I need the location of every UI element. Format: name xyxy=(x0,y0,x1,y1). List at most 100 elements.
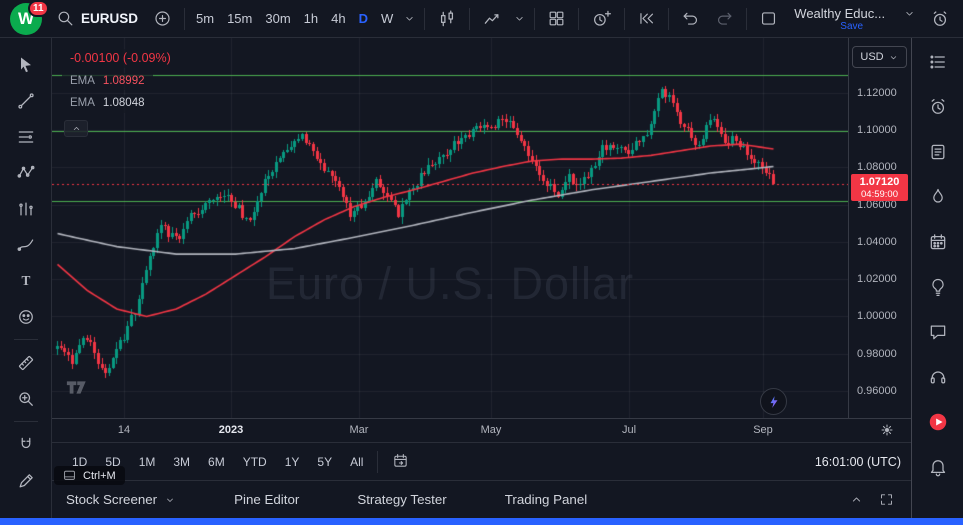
ruler-icon xyxy=(16,353,36,373)
magnet-icon xyxy=(16,435,36,455)
tool-forecast[interactable] xyxy=(8,195,44,222)
tool-measure[interactable] xyxy=(8,349,44,376)
tool-zoom[interactable] xyxy=(8,385,44,412)
tab-pine-editor[interactable]: Pine Editor xyxy=(226,486,307,513)
tab-label: Trading Panel xyxy=(505,492,588,507)
chart-area: Euro / U.S. Dollar -0.00100 (-0.09%) EMA… xyxy=(52,38,911,418)
toolbar-divider xyxy=(578,8,579,30)
ideas-button[interactable] xyxy=(920,273,956,300)
chat-button[interactable] xyxy=(920,318,956,345)
lightning-bolt-icon xyxy=(767,394,781,410)
quick-alert-button[interactable] xyxy=(923,5,957,33)
timeframe-15m[interactable]: 15m xyxy=(221,7,258,30)
alerts-button[interactable] xyxy=(920,93,956,120)
live-record-icon xyxy=(927,411,949,433)
tool-draw-edit[interactable] xyxy=(8,467,44,494)
price-axis-label: 0.98000 xyxy=(857,347,897,361)
tool-fib-lines[interactable] xyxy=(8,123,44,150)
tab-trading-panel[interactable]: Trading Panel xyxy=(497,486,596,513)
panel-collapse-button[interactable] xyxy=(841,486,871,514)
tool-xabcd-pattern[interactable] xyxy=(8,159,44,186)
grid-layout-icon xyxy=(547,9,566,28)
news-button[interactable] xyxy=(920,138,956,165)
tab-stock-screener[interactable]: Stock Screener xyxy=(58,486,184,513)
notifications-button[interactable] xyxy=(920,453,956,480)
indicator-legend-row[interactable]: EMA 1.08048 xyxy=(62,95,153,113)
timeframe-1d[interactable]: D xyxy=(353,7,374,30)
symbol-search-button[interactable]: EURUSD xyxy=(49,5,145,32)
legend-collapse-button[interactable] xyxy=(64,120,88,137)
watchlist-button[interactable] xyxy=(920,48,956,75)
range-1y[interactable]: 1Y xyxy=(277,451,308,473)
range-ytd[interactable]: YTD xyxy=(235,451,275,473)
chevron-down-icon xyxy=(403,12,416,25)
range-all[interactable]: All xyxy=(342,451,371,473)
templates-button[interactable] xyxy=(540,5,573,32)
toolbar-divider xyxy=(469,8,470,30)
alert-plus-icon xyxy=(591,9,612,29)
quick-action-button[interactable] xyxy=(760,388,787,415)
layout-select-button[interactable] xyxy=(752,5,785,32)
redo-button[interactable] xyxy=(708,5,741,32)
alert-button[interactable] xyxy=(584,5,619,33)
layout-title[interactable]: Wealthy Educ... xyxy=(794,6,885,21)
symbol-change-text[interactable]: -0.00100 (-0.09%) xyxy=(62,49,179,68)
live-streams-button[interactable] xyxy=(920,408,956,435)
streams-button[interactable] xyxy=(920,363,956,390)
indicators-dropdown-button[interactable] xyxy=(510,8,529,29)
range-6m[interactable]: 6M xyxy=(200,451,233,473)
bottom-accent-bar xyxy=(0,518,963,525)
save-layout-button[interactable]: Save xyxy=(840,21,863,32)
chevron-down-icon[interactable] xyxy=(903,7,916,20)
timeframe-4h[interactable]: 4h xyxy=(325,7,351,30)
timeframe-30m[interactable]: 30m xyxy=(259,7,296,30)
price-axis[interactable]: USD 1.120001.100001.080001.060001.040001… xyxy=(848,38,911,418)
app-logo[interactable]: W 11 xyxy=(6,0,48,38)
toolbar-divider xyxy=(746,8,747,30)
chevron-down-icon xyxy=(164,494,176,506)
indicator-legend-row[interactable]: EMA 1.08992 xyxy=(62,73,153,91)
smiley-icon xyxy=(16,307,36,327)
calendar-button[interactable] xyxy=(920,228,956,255)
intervals-dropdown-button[interactable] xyxy=(400,8,419,29)
zigzag-pattern-icon xyxy=(16,163,36,183)
replay-button[interactable] xyxy=(630,5,663,32)
toolbar-divider xyxy=(424,8,425,30)
chevron-down-icon xyxy=(888,52,899,63)
tool-emoji[interactable] xyxy=(8,303,44,330)
axis-settings-button[interactable] xyxy=(879,422,895,441)
currency-toggle-button[interactable]: USD xyxy=(852,46,907,68)
rail-divider xyxy=(14,339,38,340)
range-3m[interactable]: 3M xyxy=(165,451,198,473)
tab-label: Pine Editor xyxy=(234,492,299,507)
search-icon xyxy=(56,9,75,28)
indicators-button[interactable] xyxy=(475,5,509,33)
trading-app: W 11 EURUSD 5m 15m 30m 1h 4h D W xyxy=(0,0,963,525)
indicator-label: EMA xyxy=(70,76,95,88)
hotlists-button[interactable] xyxy=(920,183,956,210)
range-5y[interactable]: 5Y xyxy=(309,451,340,473)
currency-label: USD xyxy=(860,51,883,63)
tool-magnet[interactable] xyxy=(8,431,44,458)
toolbar-divider xyxy=(534,8,535,30)
time-axis-label: Jul xyxy=(622,424,636,436)
layout-title-wrap: Wealthy Educ... Save xyxy=(794,6,916,32)
time-axis[interactable]: 142023MarMayJulSep xyxy=(52,418,911,442)
range-1m[interactable]: 1M xyxy=(131,451,164,473)
compare-add-button[interactable] xyxy=(146,5,179,32)
tool-brush[interactable] xyxy=(8,231,44,258)
indicator-value: 1.08048 xyxy=(103,98,145,110)
tool-trend-line[interactable] xyxy=(8,87,44,114)
headset-icon xyxy=(928,367,948,387)
chart-style-button[interactable] xyxy=(430,5,464,33)
timeframe-5m[interactable]: 5m xyxy=(190,7,220,30)
panel-maximize-button[interactable] xyxy=(871,486,901,514)
tool-cursor[interactable] xyxy=(8,51,44,78)
undo-button[interactable] xyxy=(674,5,707,32)
toolbar-divider xyxy=(184,8,185,30)
tool-text[interactable]: T xyxy=(8,267,44,294)
goto-date-button[interactable] xyxy=(384,448,417,476)
timeframe-1h[interactable]: 1h xyxy=(298,7,324,30)
timeframe-1w[interactable]: W xyxy=(375,7,399,30)
tab-strategy-tester[interactable]: Strategy Tester xyxy=(349,486,454,513)
